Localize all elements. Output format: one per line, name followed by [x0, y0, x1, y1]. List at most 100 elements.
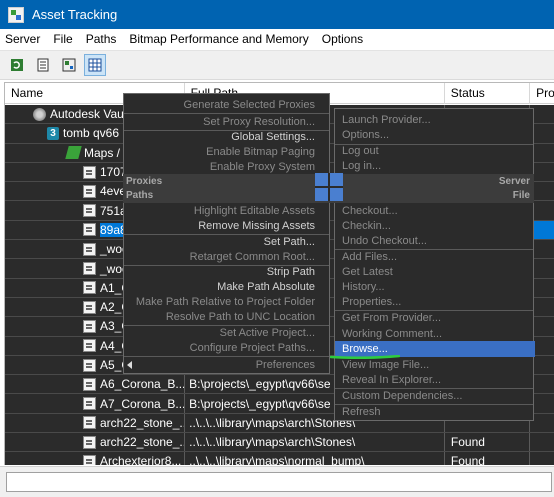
menu-get-from-provider[interactable]: Get From Provider... [342, 311, 441, 325]
menu-properties[interactable]: Properties... [342, 295, 401, 309]
annotation-underline [330, 355, 400, 359]
menu-reveal-in-explorer[interactable]: Reveal In Explorer... [342, 373, 441, 387]
table-view-icon [88, 58, 102, 72]
file-icon [83, 165, 96, 179]
table-row[interactable]: Archexterior8... ..\..\..\library\maps\no… [5, 452, 554, 465]
menu-remove-missing-assets[interactable]: Remove Missing Assets [198, 219, 315, 233]
menu-file[interactable]: File [48, 32, 77, 46]
file-icon [83, 358, 96, 372]
menu-server-options[interactable]: Options... [342, 128, 389, 142]
menu-enable-proxy-system[interactable]: Enable Proxy System [210, 160, 315, 174]
cell-name[interactable]: A6_Corona_B... [5, 375, 186, 394]
cell-pro [530, 452, 554, 465]
column-status[interactable]: Status [445, 83, 531, 104]
menu-set-active-project[interactable]: Set Active Project... [220, 326, 315, 340]
menu-bar: Server File Paths Bitmap Performance and… [0, 29, 554, 49]
thumbnail-view-button[interactable] [58, 54, 80, 76]
file-icon [83, 416, 96, 430]
menu-options[interactable]: Options [317, 32, 368, 46]
file-icon [83, 242, 96, 256]
menu-make-path-relative[interactable]: Make Path Relative to Project Folder [136, 295, 315, 309]
menu-enable-bitmap-paging[interactable]: Enable Bitmap Paging [206, 145, 315, 159]
menu-set-proxy-resolution[interactable]: Set Proxy Resolution... [203, 115, 315, 129]
asset-name: arch22_stone_... [100, 415, 186, 430]
asset-name: A7_Corona_B... [100, 396, 186, 411]
menu-retarget-common-root[interactable]: Retarget Common Root... [190, 250, 315, 264]
menu-custom-dependencies[interactable]: Custom Dependencies... [342, 389, 462, 403]
table-row[interactable]: arch22_stone_... ..\..\..\library\maps\ar… [5, 433, 554, 453]
cell-name[interactable]: Archexterior8... [5, 452, 186, 465]
menu-get-latest[interactable]: Get Latest [342, 265, 393, 279]
list-view-button[interactable] [32, 54, 54, 76]
file-icon [83, 204, 96, 218]
cell-status: Found [445, 452, 531, 465]
cell-name[interactable]: arch22_stone_... [5, 433, 186, 452]
asset-name: Autodesk Vault [50, 107, 130, 122]
menu-refresh[interactable]: Refresh [342, 405, 381, 419]
file-icon [83, 223, 96, 237]
menu-history[interactable]: History... [342, 280, 385, 294]
menu-make-path-absolute[interactable]: Make Path Absolute [217, 280, 315, 294]
context-menu-left: Generate Selected Proxies Set Proxy Reso… [123, 93, 330, 374]
menu-log-out[interactable]: Log out [342, 144, 379, 158]
menu-highlight-editable-assets[interactable]: Highlight Editable Assets [194, 204, 315, 218]
menu-paths[interactable]: Paths [81, 32, 122, 46]
status-field [6, 472, 552, 492]
file-icon [83, 397, 96, 411]
menu-bitmap-performance[interactable]: Bitmap Performance and Memory [124, 32, 313, 46]
window-title: Asset Tracking [32, 7, 118, 22]
menu-separator [124, 113, 329, 114]
file-icon [83, 184, 96, 198]
status-bar [0, 466, 554, 497]
file-icon [83, 435, 96, 449]
thumbnail-icon [62, 58, 76, 72]
menu-strip-path[interactable]: Strip Path [267, 265, 315, 279]
cell-full-path: ..\..\..\library\maps\normal_bump\ [185, 452, 445, 465]
submenu-arrow-icon [127, 361, 132, 369]
cell-name[interactable]: A7_Corona_B... [5, 394, 186, 413]
menu-generate-selected-proxies[interactable]: Generate Selected Proxies [184, 98, 315, 112]
menu-checkout[interactable]: Checkout... [342, 204, 398, 218]
file-icon [83, 262, 96, 276]
cell-status: Found [445, 433, 531, 452]
toolbar [0, 50, 554, 80]
menu-browse[interactable]: Browse... [342, 342, 388, 356]
cell-pro [530, 433, 554, 451]
section-file-label: File [512, 190, 530, 201]
menu-configure-project-paths[interactable]: Configure Project Paths... [190, 341, 315, 355]
asset-tracking-icon [8, 6, 24, 23]
section-paths-label: Paths [126, 190, 154, 201]
menu-working-comment[interactable]: Working Comment... [342, 327, 442, 341]
menu-separator [124, 356, 329, 357]
menu-checkin[interactable]: Checkin... [342, 219, 391, 233]
column-pro[interactable]: Pro [530, 83, 554, 104]
asset-name: arch22_stone_... [100, 435, 186, 450]
folder-icon [65, 146, 82, 160]
menu-launch-provider[interactable]: Launch Provider... [342, 113, 431, 127]
file-icon [83, 319, 96, 333]
section-proxies-label: Proxies [126, 176, 163, 187]
menu-log-in[interactable]: Log in... [342, 159, 381, 173]
file-icon [83, 339, 96, 353]
menu-undo-checkout[interactable]: Undo Checkout... [342, 234, 427, 248]
refresh-icon [11, 59, 23, 71]
menu-server[interactable]: Server [0, 32, 45, 46]
refresh-button[interactable] [6, 54, 28, 76]
menu-global-settings[interactable]: Global Settings... [231, 130, 315, 144]
section-server-label: Server [498, 176, 530, 187]
menu-view-image-file[interactable]: View Image File... [342, 358, 429, 372]
file-icon [83, 454, 96, 465]
asset-name: A6_Corona_B... [100, 377, 186, 392]
menu-resolve-path-unc[interactable]: Resolve Path to UNC Location [166, 310, 315, 324]
file-icon [83, 281, 96, 295]
menu-add-files[interactable]: Add Files... [342, 250, 397, 264]
list-icon [37, 58, 49, 72]
scene-icon: 3 [47, 126, 59, 140]
menu-set-path[interactable]: Set Path... [264, 235, 315, 249]
table-view-button[interactable] [84, 54, 106, 76]
asset-name: Archexterior8... [100, 454, 182, 465]
file-icon [83, 377, 96, 391]
cell-full-path: ..\..\..\library\maps\arch\Stones\ [185, 433, 445, 452]
cell-name[interactable]: arch22_stone_... [5, 413, 186, 433]
menu-preferences[interactable]: Preferences [256, 358, 315, 372]
